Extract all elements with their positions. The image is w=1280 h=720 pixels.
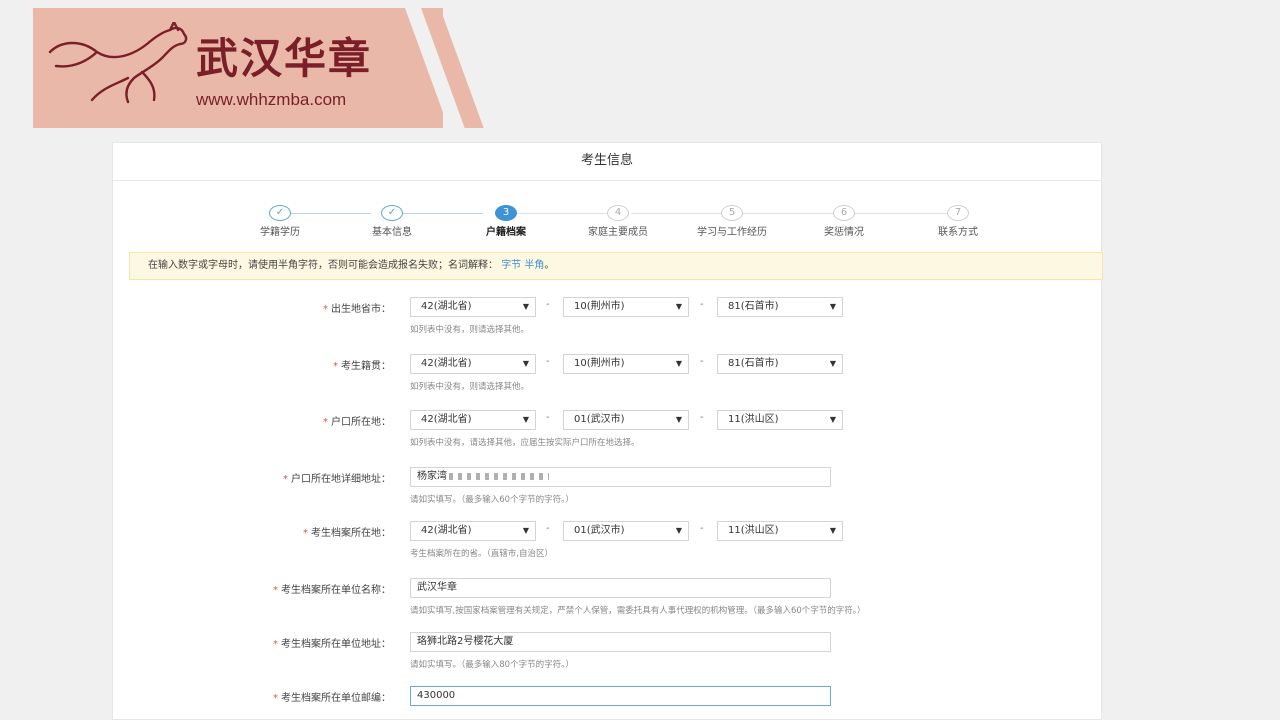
chevron-down-icon: ▼ xyxy=(829,415,836,424)
birth-county-select[interactable]: 81(石首市) ▼ xyxy=(717,297,843,317)
notice-text: 在输入数字或字母时，请使用半角字符，否则可能会造成报名失败；名词解释： xyxy=(148,260,498,271)
horse-logo-icon xyxy=(48,22,188,104)
chevron-down-icon: ▼ xyxy=(675,415,682,424)
candidate-info-panel: 考生信息 ✓ 学籍学历 ✓ 基本信息 3 户籍档案 4 家庭主要成员 5 学习与… xyxy=(112,142,1103,720)
separator-dash: - xyxy=(546,356,550,367)
step-connector xyxy=(393,213,483,214)
step-4-marker[interactable]: 4 xyxy=(607,205,629,221)
separator-dash: - xyxy=(546,523,550,534)
step-6-label[interactable]: 奖惩情况 xyxy=(794,223,894,238)
separator-dash: - xyxy=(700,356,704,367)
step-2-label[interactable]: 基本信息 xyxy=(342,223,442,238)
byte-definition-link[interactable]: 字节 xyxy=(501,260,521,271)
archive-unit-zip-label: * 考生档案所在单位邮编： xyxy=(273,693,391,704)
archive-province-select[interactable]: 42(湖北省) ▼ xyxy=(410,521,536,541)
brand-url[interactable]: www.whhzmba.com xyxy=(196,90,346,110)
separator-dash: - xyxy=(546,299,550,310)
progress-steps: ✓ 学籍学历 ✓ 基本信息 3 户籍档案 4 家庭主要成员 5 学习与工作经历 … xyxy=(113,205,1101,245)
archive-unit-name-hint: 请如实填写,按国家档案管理有关规定，严禁个人保管，需委托具有人事代理权的机构管理… xyxy=(410,606,866,616)
step-5-label[interactable]: 学习与工作经历 xyxy=(682,223,782,238)
step-2-check-icon[interactable]: ✓ xyxy=(381,205,403,221)
step-5-marker[interactable]: 5 xyxy=(721,205,743,221)
separator-dash: - xyxy=(700,299,704,310)
birth-place-hint: 如列表中没有，则请选择其他。 xyxy=(410,325,530,335)
archive-unit-address-label: * 考生档案所在单位地址： xyxy=(273,639,391,650)
native-city-select[interactable]: 10(荆州市) ▼ xyxy=(563,354,689,374)
chevron-down-icon: ▼ xyxy=(522,302,529,311)
step-connector xyxy=(631,213,721,214)
chevron-down-icon: ▼ xyxy=(522,415,529,424)
birth-city-select[interactable]: 10(荆州市) ▼ xyxy=(563,297,689,317)
step-6-marker[interactable]: 6 xyxy=(833,205,855,221)
half-width-notice: 在输入数字或字母时，请使用半角字符，否则可能会造成报名失败；名词解释： 字节 半… xyxy=(129,252,1103,280)
panel-title: 考生信息 xyxy=(113,143,1101,181)
hukou-place-hint: 如列表中没有，请选择其他，应届生按实际户口所在地选择。 xyxy=(410,438,640,448)
step-3-label[interactable]: 户籍档案 xyxy=(456,223,556,238)
archive-unit-name-input[interactable]: 武汉华章 xyxy=(410,578,831,598)
hukou-province-select[interactable]: 42(湖北省) ▼ xyxy=(410,410,536,430)
archive-unit-address-hint: 请如实填写。（最多输入80个字节的字符。） xyxy=(410,660,574,670)
archive-unit-zip-input[interactable]: 430000 xyxy=(410,686,831,706)
archive-unit-address-input[interactable]: 珞狮北路2号樱花大厦 xyxy=(410,632,831,652)
archive-city-select[interactable]: 01(武汉市) ▼ xyxy=(563,521,689,541)
brand-title: 武汉华章 xyxy=(196,34,373,83)
step-1-check-icon[interactable]: ✓ xyxy=(269,205,291,221)
chevron-down-icon: ▼ xyxy=(675,359,682,368)
chevron-down-icon: ▼ xyxy=(522,526,529,535)
birth-province-select[interactable]: 42(湖北省) ▼ xyxy=(410,297,536,317)
archive-county-select[interactable]: 11(洪山区) ▼ xyxy=(717,521,843,541)
chevron-down-icon: ▼ xyxy=(522,359,529,368)
native-province-select[interactable]: 42(湖北省) ▼ xyxy=(410,354,536,374)
separator-dash: - xyxy=(546,412,550,423)
hukou-county-select[interactable]: 11(洪山区) ▼ xyxy=(717,410,843,430)
chevron-down-icon: ▼ xyxy=(675,526,682,535)
redacted-text xyxy=(449,472,549,480)
half-width-definition-link[interactable]: 半角 xyxy=(524,260,544,271)
hukou-place-label: * 户口所在地： xyxy=(323,417,391,428)
chevron-down-icon: ▼ xyxy=(829,526,836,535)
step-3-marker[interactable]: 3 xyxy=(495,205,517,221)
step-7-marker[interactable]: 7 xyxy=(947,205,969,221)
archive-unit-name-label: * 考生档案所在单位名称： xyxy=(273,585,391,596)
step-connector xyxy=(281,213,371,214)
separator-dash: - xyxy=(700,412,704,423)
native-place-hint: 如列表中没有，则请选择其他。 xyxy=(410,382,530,392)
archive-place-label: * 考生档案所在地： xyxy=(303,528,391,539)
hukou-address-input[interactable]: 杨家湾 xyxy=(410,467,831,487)
archive-place-hint: 考生档案所在的省。（直辖市,自治区） xyxy=(410,549,553,559)
separator-dash: - xyxy=(700,523,704,534)
chevron-down-icon: ▼ xyxy=(829,359,836,368)
chevron-down-icon: ▼ xyxy=(829,302,836,311)
step-4-label[interactable]: 家庭主要成员 xyxy=(568,223,668,238)
native-place-label: * 考生籍贯： xyxy=(333,361,391,372)
chevron-down-icon: ▼ xyxy=(675,302,682,311)
step-connector xyxy=(517,213,607,214)
step-7-label[interactable]: 联系方式 xyxy=(908,223,1008,238)
hukou-address-hint: 请如实填写。（最多输入60个字节的字符。） xyxy=(410,495,574,505)
birth-place-label: * 出生地省市： xyxy=(323,304,391,315)
native-county-select[interactable]: 81(石首市) ▼ xyxy=(717,354,843,374)
step-1-label[interactable]: 学籍学历 xyxy=(230,223,330,238)
hukou-city-select[interactable]: 01(武汉市) ▼ xyxy=(563,410,689,430)
notice-end: 。 xyxy=(544,260,555,271)
hukou-address-label: * 户口所在地详细地址： xyxy=(283,474,391,485)
step-connector xyxy=(855,213,947,214)
step-connector xyxy=(743,213,833,214)
